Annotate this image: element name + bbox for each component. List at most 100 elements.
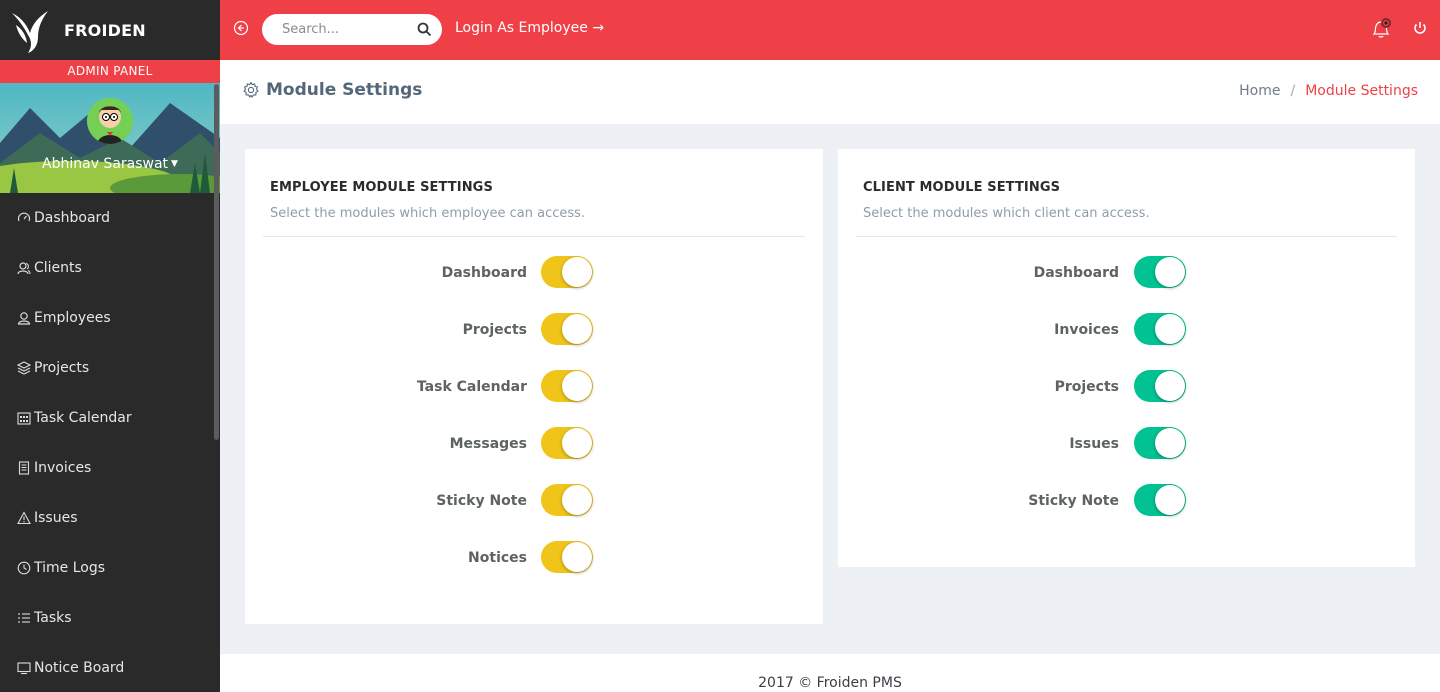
client-module-row: Projects	[838, 370, 1415, 427]
panel-subtitle: Select the modules which employee can ac…	[270, 206, 586, 221]
footer: 2017 © Froiden PMS	[220, 654, 1440, 692]
sidebar-item-task-calendar[interactable]: Task Calendar	[0, 393, 220, 443]
module-toggle-messages[interactable]	[541, 427, 593, 459]
module-label: Notices	[468, 550, 527, 566]
user-icon	[16, 311, 31, 326]
sidebar-item-projects[interactable]: Projects	[0, 343, 220, 393]
user-group-icon	[16, 261, 31, 276]
avatar[interactable]	[87, 98, 133, 144]
brand-name: FROIDEN	[64, 20, 146, 40]
sidebar-scrollbar[interactable]	[214, 84, 219, 440]
sidebar-item-label: Employees	[34, 310, 111, 326]
employee-module-row: Messages	[245, 427, 823, 484]
module-label: Invoices	[1054, 322, 1119, 338]
sidebar-item-label: Time Logs	[34, 560, 106, 576]
sidebar-item-invoices[interactable]: Invoices	[0, 443, 220, 493]
client-module-row: Dashboard	[838, 256, 1415, 313]
user-name-dropdown[interactable]: Abhinav Saraswat ▼	[0, 156, 220, 172]
brand[interactable]: FROIDEN	[0, 0, 220, 60]
module-toggle-notices[interactable]	[541, 541, 593, 573]
module-toggle-invoices[interactable]	[1134, 313, 1186, 345]
sidebar-item-label: Task Calendar	[34, 410, 132, 426]
breadcrumb: Home / Module Settings	[1239, 83, 1418, 99]
divider	[263, 236, 805, 237]
client-module-row: Invoices	[838, 313, 1415, 370]
clock-icon	[16, 561, 31, 576]
employee-module-settings-panel: EMPLOYEE MODULE SETTINGS Select the modu…	[245, 149, 823, 624]
sidebar-nav: Dashboard Clients Employees Projects Tas…	[0, 193, 220, 692]
module-toggle-dashboard[interactable]	[541, 256, 593, 288]
module-toggle-projects[interactable]	[541, 313, 593, 345]
toggle-knob	[562, 428, 592, 458]
toggle-knob	[1155, 485, 1185, 515]
page-title-text: Module Settings	[266, 80, 423, 100]
user-name: Abhinav Saraswat	[42, 156, 169, 172]
sidebar-item-label: Tasks	[34, 610, 72, 626]
layers-icon	[16, 361, 31, 376]
sidebar-item-employees[interactable]: Employees	[0, 293, 220, 343]
breadcrumb-current: Module Settings	[1305, 83, 1418, 99]
bird-logo-icon	[12, 11, 48, 53]
sidebar-item-issues[interactable]: Issues	[0, 493, 220, 543]
search-icon[interactable]	[417, 22, 432, 37]
employee-module-list: Dashboard Projects Task Calendar Message…	[245, 256, 823, 598]
sidebar-item-label: Issues	[34, 510, 78, 526]
module-toggle-sticky-note[interactable]	[1134, 484, 1186, 516]
toggle-knob	[1155, 314, 1185, 344]
sidebar-item-tasks[interactable]: Tasks	[0, 593, 220, 643]
speedometer-icon	[16, 211, 31, 226]
toggle-knob	[1155, 371, 1185, 401]
sidebar-item-clients[interactable]: Clients	[0, 243, 220, 293]
sidebar-item-label: Dashboard	[34, 210, 110, 226]
toggle-knob	[562, 314, 592, 344]
client-module-row: Sticky Note	[838, 484, 1415, 541]
module-toggle-task-calendar[interactable]	[541, 370, 593, 402]
panel-subtitle: Select the modules which client can acce…	[863, 206, 1150, 221]
module-label: Sticky Note	[1028, 493, 1119, 509]
gear-icon	[243, 81, 259, 98]
module-label: Issues	[1069, 436, 1119, 452]
sidebar-item-time-logs[interactable]: Time Logs	[0, 543, 220, 593]
module-toggle-projects[interactable]	[1134, 370, 1186, 402]
panel-title: CLIENT MODULE SETTINGS	[863, 180, 1061, 195]
notification-bell-icon[interactable]	[1370, 18, 1392, 40]
module-label: Projects	[1054, 379, 1119, 395]
document-icon	[16, 461, 31, 476]
admin-panel-label: ADMIN PANEL	[0, 60, 220, 83]
back-arrow-circle-icon[interactable]	[233, 20, 249, 36]
employee-module-row: Sticky Note	[245, 484, 823, 541]
sidebar-item-notice-board[interactable]: Notice Board	[0, 643, 220, 692]
toggle-knob	[1155, 257, 1185, 287]
caret-down-icon: ▼	[171, 159, 178, 169]
sidebar-item-label: Clients	[34, 260, 82, 276]
module-toggle-dashboard[interactable]	[1134, 256, 1186, 288]
monitor-icon	[16, 661, 31, 676]
panel-title: EMPLOYEE MODULE SETTINGS	[270, 180, 493, 195]
module-label: Dashboard	[441, 265, 527, 281]
client-module-row: Issues	[838, 427, 1415, 484]
toggle-knob	[1155, 428, 1185, 458]
employee-module-row: Dashboard	[245, 256, 823, 313]
toggle-knob	[562, 485, 592, 515]
breadcrumb-home[interactable]: Home	[1239, 83, 1280, 99]
module-label: Messages	[449, 436, 527, 452]
breadcrumb-separator: /	[1290, 83, 1296, 99]
warning-icon	[16, 511, 31, 526]
search-input[interactable]	[262, 14, 442, 45]
divider	[856, 236, 1397, 237]
sidebar-item-dashboard[interactable]: Dashboard	[0, 193, 220, 243]
footer-text: 2017 © Froiden PMS	[758, 675, 902, 691]
power-icon[interactable]	[1412, 20, 1428, 36]
module-label: Projects	[462, 322, 527, 338]
module-toggle-sticky-note[interactable]	[541, 484, 593, 516]
avatar-character-icon	[87, 98, 133, 144]
toggle-knob	[562, 371, 592, 401]
toggle-knob	[562, 257, 592, 287]
page-header: Module Settings Home / Module Settings	[220, 60, 1440, 124]
module-toggle-issues[interactable]	[1134, 427, 1186, 459]
sidebar: FROIDEN ADMIN PANEL Abhinav Saraswat ▼ D…	[0, 0, 220, 692]
calendar-icon	[16, 411, 31, 426]
login-as-employee-link[interactable]: Login As Employee →	[455, 20, 604, 36]
toggle-knob	[562, 542, 592, 572]
topbar: Login As Employee →	[220, 0, 1440, 60]
